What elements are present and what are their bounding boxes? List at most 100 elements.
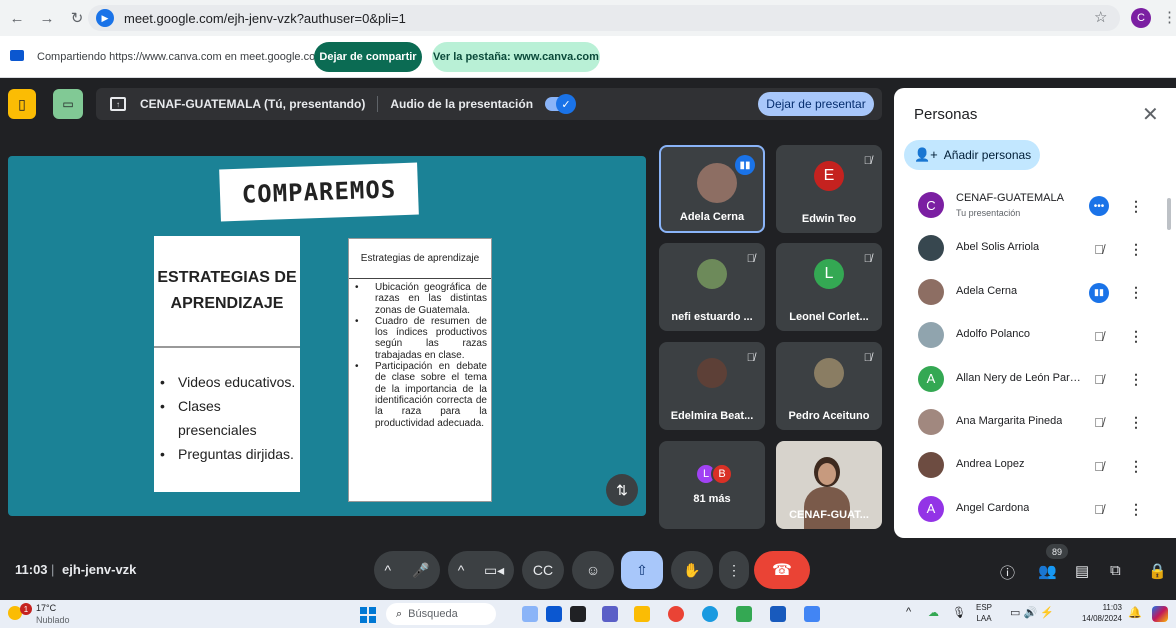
more-horiz-icon[interactable]: ••• [1089,196,1109,216]
person-row[interactable]: A Angel Cardona 🎙̸ ⋮ [906,488,1168,531]
check-icon: ✓ [556,94,577,114]
system-tray-icons[interactable]: ▭ 🔊 ⚡ [1010,606,1054,619]
person-row[interactable]: C CENAF-GUATEMALA Tu presentación ••• ⋮ [906,184,1168,227]
mic-off-icon: 🎙̸ [863,352,872,364]
chevron-up-icon[interactable]: ^ [458,562,465,578]
participant-tile[interactable]: L 🎙̸ Leonel Corlet... [776,243,882,331]
copilot-icon[interactable] [1152,606,1168,622]
avatar [918,452,944,479]
teams-app-icon[interactable] [602,606,618,622]
info-icon[interactable]: ⓘ [1000,562,1015,583]
address-bar[interactable]: ▶ meet.google.com/ejh-jenv-vzk?authuser=… [88,5,1120,31]
browser-menu-icon[interactable]: ⋮ [1162,8,1176,26]
layout-icon[interactable]: ▯ [8,89,36,119]
more-vert-icon[interactable]: ⋮ [1126,456,1146,476]
person-row[interactable]: Adolfo Polanco 🎙̸ ⋮ [906,314,1168,357]
self-video-tile[interactable]: CENAF-GUAT... [776,441,882,529]
participant-tile[interactable]: 🎙̸ nefi estuardo ... [659,243,765,331]
stop-sharing-button[interactable]: Dejar de compartir [314,42,422,72]
mic-off-icon[interactable]: 🎙̸ [1089,456,1109,476]
more-vert-icon[interactable]: ⋮ [1126,500,1146,520]
person-row[interactable]: Abel Solis Arriola 🎙̸ ⋮ [906,227,1168,270]
input-language[interactable]: ESP LAA [976,602,992,624]
raise-hand-button[interactable]: ✋ [671,551,713,589]
add-people-button[interactable]: 👤+ Añadir personas [904,140,1040,170]
more-vert-icon[interactable]: ⋮ [1126,283,1146,303]
reactions-button[interactable]: ☺ [572,551,614,589]
present-mode-icon[interactable]: ▭ [53,89,83,119]
mic-icon[interactable]: 🎙 [952,606,966,619]
lang-code: ESP [976,603,993,612]
chrome-app-icon[interactable] [668,606,684,622]
sharing-status-text: Compartiendo https://www.canva.com en me… [37,51,325,63]
onedrive-icon[interactable]: ☁ [928,606,939,619]
notification-bell-icon[interactable]: 🔔 [1128,606,1142,619]
scrollbar[interactable] [1167,198,1171,230]
stop-presenting-button[interactable]: Dejar de presentar [758,92,874,116]
chat-icon[interactable]: ▤ [1075,562,1089,580]
speaking-indicator-icon[interactable]: ▮▮ [1089,282,1109,303]
word-app-icon[interactable] [770,606,786,622]
person-row[interactable]: Andrea Lopez 🎙̸ ⋮ [906,444,1168,487]
person-row[interactable]: A Allan Nery de León Para... 🎙̸ ⋮ [906,358,1168,401]
more-participants-tile[interactable]: L B 81 más [659,441,765,529]
present-button[interactable]: ⇧ [621,551,663,589]
close-icon[interactable]: ✕ [1142,102,1159,127]
mic-off-icon[interactable]: 🎙̸ [1089,326,1109,346]
more-vert-icon[interactable]: ⋮ [1126,196,1146,216]
store-app-icon[interactable] [736,606,752,622]
person-row[interactable]: Adela Cerna ▮▮ ⋮ [906,271,1168,314]
taskbar-search[interactable]: ⌕ Búsqueda [386,603,496,625]
bookmark-star-icon[interactable]: ☆ [1094,8,1107,26]
more-vert-icon[interactable]: ⋮ [1126,370,1146,390]
person-name: Allan Nery de León Para... [956,371,1084,384]
mic-off-icon[interactable]: 🎙̸ [1089,370,1109,390]
more-count-label: 81 más [693,493,731,505]
profile-avatar[interactable]: C [1131,8,1151,28]
list-item: • Participación en debate de clase sobre … [355,361,487,429]
edge-app-icon[interactable] [702,606,718,622]
people-icon[interactable]: 👥 [1038,562,1057,580]
forward-arrow-icon[interactable]: → [34,5,60,31]
widgets-app-icon[interactable] [522,606,538,622]
person-subtitle: Tu presentación [956,208,1021,218]
camera-icon[interactable]: ▭◂ [484,562,504,579]
avatar [814,358,844,388]
mic-off-icon[interactable]: 🎙̸ [1089,239,1109,259]
swap-layout-icon[interactable]: ⇅ [606,474,638,506]
mic-off-icon[interactable]: 🎙̸ [1089,413,1109,433]
chevron-up-icon[interactable]: ^ [906,606,911,618]
browser-toolbar: ← → ↻ ▶ meet.google.com/ejh-jenv-vzk?aut… [0,0,1176,36]
chevron-up-icon[interactable]: ^ [384,562,391,578]
participant-tile[interactable]: 🎙̸ Pedro Aceituno [776,342,882,430]
presentation-audio-toggle[interactable]: ✓ [545,94,577,114]
file-explorer-icon[interactable] [634,606,650,622]
mic-control[interactable]: ^ 🎤 [374,551,440,589]
leave-call-button[interactable]: ☎ [754,551,810,589]
more-vert-icon[interactable]: ⋮ [1126,413,1146,433]
participant-tile[interactable]: E 🎙̸ Edwin Teo [776,145,882,233]
person-name: Adela Cerna [956,284,1018,297]
captions-button[interactable]: CC [522,551,564,589]
more-vert-icon[interactable]: ⋮ [1126,239,1146,259]
mic-icon[interactable]: 🎤 [412,562,429,579]
zoom-app-icon[interactable] [546,606,562,622]
activities-icon[interactable]: ⧉ [1110,562,1121,579]
weather-description: Nublado [36,615,70,625]
add-people-label: Añadir personas [943,148,1032,162]
participant-tile[interactable]: 🎙̸ Edelmira Beat... [659,342,765,430]
camera-control[interactable]: ^ ▭◂ [448,551,514,589]
reload-icon[interactable]: ↻ [64,5,90,31]
mic-off-icon[interactable]: 🎙̸ [1089,500,1109,520]
view-tab-button[interactable]: Ver la pestaña: www.canva.com [432,42,600,72]
snipping-tool-icon[interactable] [804,606,820,622]
task-view-icon[interactable] [570,606,586,622]
person-row[interactable]: Ana Margarita Pineda 🎙̸ ⋮ [906,401,1168,444]
participant-tile[interactable]: ▮▮ Adela Cerna [659,145,765,233]
back-arrow-icon[interactable]: ← [4,5,30,31]
more-vert-icon[interactable]: ⋮ [1126,326,1146,346]
more-options-button[interactable]: ⋮ [719,551,749,589]
clock[interactable]: 11:03 14/08/2024 [1074,602,1122,624]
windows-start-icon[interactable] [360,607,376,623]
host-controls-icon[interactable]: 🔒 [1148,562,1167,580]
